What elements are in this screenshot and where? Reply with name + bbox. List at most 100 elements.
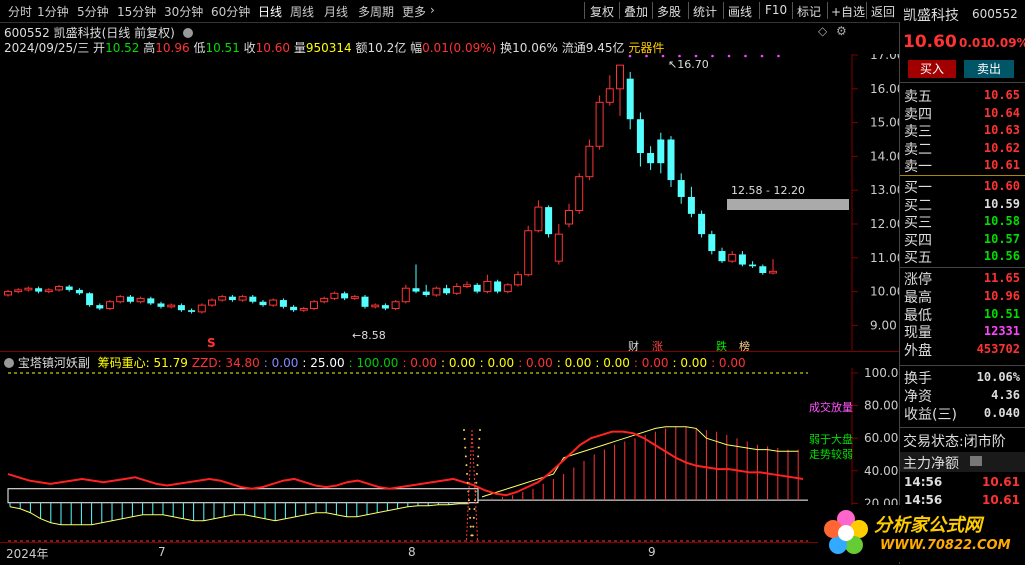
candle-body [371, 304, 380, 308]
multi-stock-button[interactable]: 多股 [657, 3, 681, 20]
candle-body [463, 284, 471, 288]
tab-fenshi[interactable]: 分时 [8, 3, 32, 20]
stats-button[interactable]: 统计 [693, 3, 717, 20]
buy-button[interactable]: 买入 [908, 60, 956, 78]
candle-body [279, 300, 287, 307]
bid-price: 10.57 [983, 231, 1020, 246]
candle-body [381, 305, 389, 309]
tab-daily[interactable]: 日线 [258, 3, 282, 20]
tab-monthly[interactable]: 月线 [324, 3, 348, 20]
candle-body [290, 306, 298, 311]
indicator-chart[interactable]: 100.080.0060.0040.0020.00 [0, 368, 899, 542]
signal-dot [744, 54, 747, 58]
candle-body [422, 291, 430, 295]
candle-body [228, 296, 236, 301]
stat-value: 12331 [983, 324, 1020, 339]
tab-30min[interactable]: 30分钟 [164, 3, 203, 20]
ask-price: 10.64 [983, 105, 1020, 120]
candle-body [718, 251, 726, 262]
candle-body [116, 296, 125, 303]
high-annotation: ↖16.70 [668, 58, 709, 71]
candle-body [514, 274, 522, 286]
date-axis: 2024年 7 8 9 [0, 542, 899, 565]
indicator-toggle-icon[interactable] [4, 358, 14, 368]
gear-icon[interactable]: ⚙ [836, 24, 847, 38]
tab-1min[interactable]: 1分钟 [37, 3, 69, 20]
candle-body [534, 206, 543, 232]
candle-body [759, 266, 767, 274]
stat-value: 453702 [976, 342, 1020, 357]
draw-button[interactable]: 画线 [728, 3, 752, 20]
main-flow-bar[interactable]: 主力净额 [900, 452, 1025, 472]
signal-dot [694, 54, 698, 58]
candle-body [24, 287, 33, 291]
signal-dot [661, 54, 665, 58]
tab-multi-period[interactable]: 多周期 [358, 3, 394, 20]
signal-dot [711, 54, 714, 58]
price-change-pct: 0.09% [987, 36, 1025, 50]
candle-body [299, 308, 308, 311]
signal-dot [678, 54, 681, 58]
extra-label: 收益(三) [904, 407, 957, 423]
tick-price: 10.61 [982, 475, 1020, 489]
extra-value: 10.06% [976, 370, 1020, 384]
tick-time: 14:56 [904, 475, 943, 489]
flower-logo-icon [824, 510, 868, 554]
bid-label: 买五 [904, 250, 932, 266]
extra-value: 4.36 [991, 388, 1020, 402]
candle-body [86, 293, 94, 306]
overlay-button[interactable]: 叠加 [624, 3, 648, 20]
trade-status: 交易状态:闭市阶 [903, 434, 1006, 450]
ask-price: 10.63 [983, 123, 1020, 137]
candle-body [4, 291, 12, 296]
candle-body [605, 88, 614, 103]
low-annotation: ←8.58 [352, 329, 386, 342]
candle-body [188, 310, 196, 312]
stock-code: 600552 [972, 7, 1018, 21]
ask-price: 10.62 [983, 140, 1020, 155]
candle-body [44, 289, 53, 293]
tab-5min[interactable]: 5分钟 [77, 3, 109, 20]
price-tick: 13.00 [870, 183, 899, 197]
price-tick: 9.00 [870, 318, 897, 332]
back-button[interactable]: 返回 [871, 3, 895, 20]
add-watchlist-button[interactable]: +自选 [831, 3, 865, 20]
candle-body [249, 296, 257, 302]
chevron-right-icon[interactable]: › [430, 3, 435, 17]
candle-body [687, 196, 695, 214]
price-change: 0.01 [959, 36, 989, 50]
candle-body [14, 289, 23, 293]
candle-body [197, 304, 206, 313]
adjust-button[interactable]: 复权 [590, 3, 614, 20]
f10-button[interactable]: F10 [765, 3, 787, 17]
candle-body [636, 119, 644, 154]
candle-body [55, 286, 63, 291]
mark-button[interactable]: 标记 [797, 3, 821, 20]
candle-body [310, 301, 318, 310]
bid-price: 10.58 [983, 214, 1020, 228]
candle-body [136, 297, 145, 303]
candle-body [412, 288, 420, 292]
diamond-icon[interactable]: ◇ [818, 24, 827, 38]
candle-body [585, 145, 594, 178]
bar-chart-icon[interactable] [970, 456, 982, 466]
tab-more[interactable]: 更多 [402, 3, 426, 20]
label-volume-up: 成交放量 [809, 401, 853, 414]
candle-body [147, 298, 155, 304]
candle-body [167, 304, 176, 308]
settings-circle-icon[interactable] [182, 28, 193, 38]
ask-price: 10.65 [983, 88, 1020, 102]
tab-weekly[interactable]: 周线 [290, 3, 314, 20]
range-label: 12.58 - 12.20 [731, 184, 805, 197]
s-signal: S [207, 336, 216, 350]
candle-body [350, 296, 359, 299]
candle-body [75, 289, 83, 294]
candle-body [157, 303, 165, 307]
candle-body [259, 301, 267, 306]
sell-button[interactable]: 卖出 [964, 60, 1014, 78]
indicator-tick: 80.00 [864, 399, 898, 413]
price-tick: 15.00 [870, 116, 899, 130]
extra-value: 0.040 [983, 406, 1020, 420]
tab-60min[interactable]: 60分钟 [211, 3, 250, 20]
tab-15min[interactable]: 15分钟 [117, 3, 156, 20]
